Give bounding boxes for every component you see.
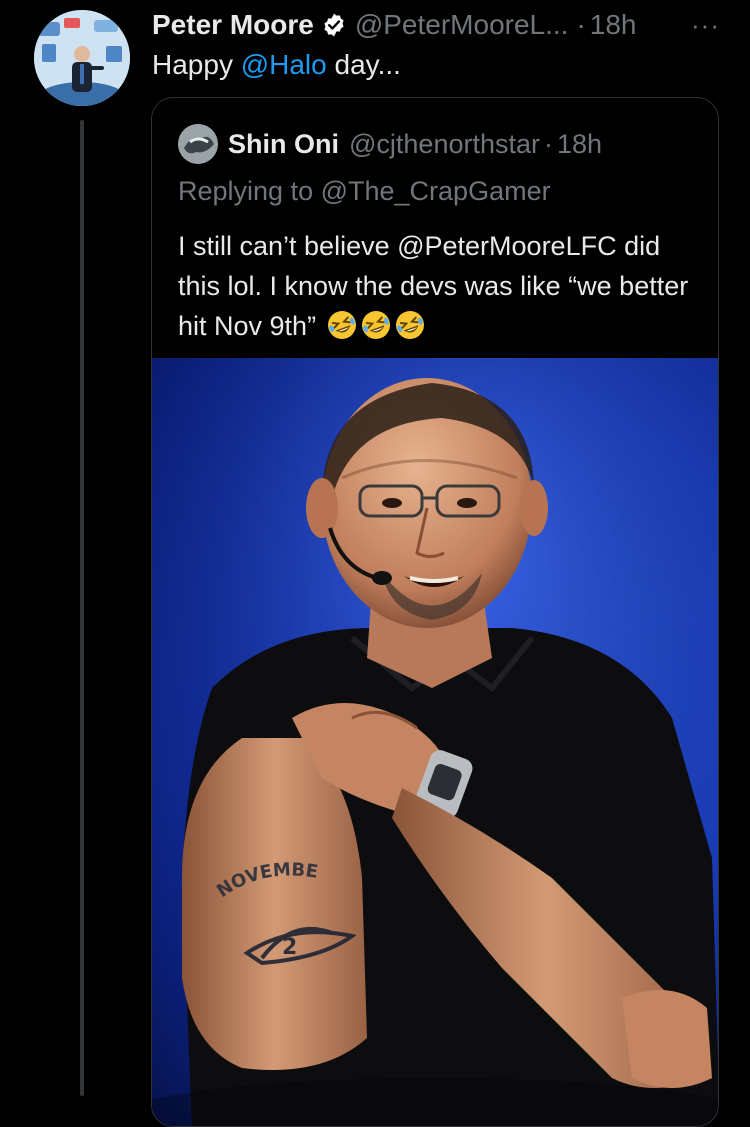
more-options-icon[interactable]: ··· (691, 8, 720, 42)
replying-to-mention[interactable]: @The_CrapGamer (321, 176, 551, 206)
tweet[interactable]: Peter Moore @PeterMooreL... · 18h ··· Ha… (0, 0, 750, 1127)
rolling-on-floor-laughing-icon (360, 309, 392, 341)
tweet-text-prefix: Happy (152, 49, 241, 80)
tweet-text: Happy @Halo day... (152, 48, 720, 82)
replying-to: Replying to @The_CrapGamer (178, 176, 551, 207)
quoted-author-avatar[interactable] (178, 124, 218, 164)
tweet-text-suffix: day... (326, 49, 401, 80)
quoted-tweet-time[interactable]: 18h (557, 129, 602, 160)
quoted-author-name[interactable]: Shin Oni (228, 129, 339, 160)
time-separator: · (576, 9, 586, 40)
quoted-time-separator: · (544, 128, 553, 159)
author-handle[interactable]: @PeterMooreL... (355, 8, 569, 42)
quoted-tweet-text: I still can’t believe @PeterMooreLFC did… (178, 226, 698, 346)
verified-badge-icon (321, 12, 347, 38)
rolling-on-floor-laughing-icon (326, 309, 358, 341)
thread-line (80, 120, 84, 1096)
quoted-tweet-photo[interactable]: NOVEMBER 9 2 (152, 358, 718, 1126)
mention-link[interactable]: @Halo (241, 49, 327, 80)
tweet-header: Peter Moore @PeterMooreL... · 18h ··· (152, 8, 720, 42)
svg-text:2: 2 (282, 935, 297, 960)
quoted-author-handle[interactable]: @cjthenorthstar (349, 129, 540, 160)
rolling-on-floor-laughing-icon (394, 309, 426, 341)
quoted-tweet-header: Shin Oni @cjthenorthstar · 18h (178, 124, 698, 164)
tweet-time[interactable]: 18h (590, 8, 637, 42)
replying-to-prefix: Replying to (178, 176, 321, 206)
quoted-tweet[interactable]: Shin Oni @cjthenorthstar · 18h Replying … (151, 97, 719, 1127)
quoted-tweet-body: I still can’t believe @PeterMooreLFC did… (178, 231, 689, 341)
author-name[interactable]: Peter Moore (152, 8, 314, 42)
author-avatar[interactable] (34, 10, 130, 106)
